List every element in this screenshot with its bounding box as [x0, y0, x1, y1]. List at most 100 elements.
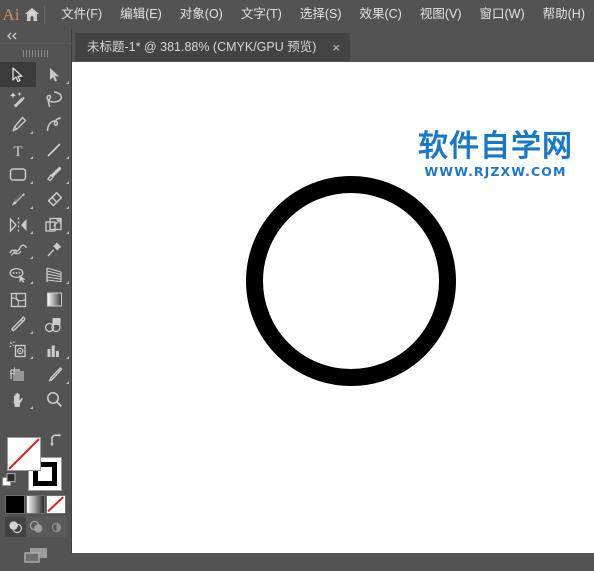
- eraser-tool[interactable]: [36, 187, 72, 212]
- paintbrush-tool[interactable]: [36, 162, 72, 187]
- eyedropper-tool[interactable]: [0, 312, 36, 337]
- draw-normal-icon: [9, 521, 22, 534]
- pen-tool[interactable]: [0, 112, 36, 137]
- paintbrush-icon: [46, 166, 61, 182]
- menu-file[interactable]: 文件(F): [52, 3, 111, 26]
- width-tool-icon: [8, 244, 27, 256]
- perspective-grid-tool[interactable]: [36, 262, 72, 287]
- circle-artwork[interactable]: [245, 175, 457, 392]
- tool-flyout-indicator: [30, 281, 33, 284]
- menu-view[interactable]: 视图(V): [411, 3, 471, 26]
- curvature-tool[interactable]: [36, 112, 72, 137]
- color-mode-color[interactable]: [5, 495, 25, 514]
- menu-help[interactable]: 帮助(H): [534, 3, 594, 26]
- column-graph-tool[interactable]: [36, 337, 72, 362]
- shaper-pencil-tool[interactable]: [0, 187, 36, 212]
- tool-flyout-indicator: [30, 131, 33, 134]
- menubar-divider: [43, 5, 45, 24]
- tool-flyout-indicator: [66, 381, 69, 384]
- menu-object[interactable]: 对象(O): [171, 3, 232, 26]
- tool-flyout-indicator: [66, 156, 69, 159]
- bar-graph-icon: [47, 345, 59, 357]
- tool-row: [0, 237, 72, 262]
- type-tool[interactable]: T: [0, 137, 36, 162]
- blend-tool[interactable]: [36, 312, 72, 337]
- draw-normal[interactable]: [5, 517, 26, 537]
- menu-select[interactable]: 选择(S): [291, 3, 351, 26]
- grip-dots-icon: [23, 49, 49, 57]
- tool-row: [0, 337, 72, 362]
- draw-inside[interactable]: [46, 517, 68, 537]
- tool-row: [0, 362, 72, 387]
- tool-flyout-indicator: [30, 206, 33, 209]
- document-tab[interactable]: 未标题-1* @ 381.88% (CMYK/GPU 预览) ×: [75, 33, 351, 61]
- draw-behind[interactable]: [25, 517, 47, 537]
- app-logo-ai: Ai: [2, 4, 20, 24]
- magic-wand-tool[interactable]: [0, 87, 36, 112]
- mesh-tool[interactable]: [0, 287, 36, 312]
- zoom-tool[interactable]: [36, 387, 72, 412]
- selection-tool[interactable]: [0, 62, 36, 87]
- hand-tool[interactable]: [0, 387, 36, 412]
- menu-items: 文件(F) 编辑(E) 对象(O) 文字(T) 选择(S) 效果(C) 视图(V…: [52, 3, 594, 26]
- none-slash-icon: [47, 496, 65, 513]
- curvature-icon: [46, 117, 62, 132]
- menu-bar: Ai 文件(F) 编辑(E) 对象(O) 文字(T) 选择(S) 效果(C) 视…: [0, 0, 594, 29]
- scale-icon: [45, 217, 62, 232]
- rounded-rect-icon: [9, 168, 27, 181]
- close-icon[interactable]: ×: [328, 41, 344, 54]
- tool-grid: T: [0, 62, 72, 412]
- artboard-icon: [10, 367, 24, 381]
- tool-row: [0, 187, 72, 212]
- watermark-cn-text: 软件自学网: [418, 129, 573, 164]
- artboard-canvas[interactable]: 软件自学网 WWW.RJZXW.COM: [72, 62, 594, 553]
- free-transform-tool[interactable]: [36, 237, 72, 262]
- menu-effect[interactable]: 效果(C): [350, 3, 410, 26]
- tool-flyout-indicator: [30, 231, 33, 234]
- eyedropper-icon: [10, 316, 25, 332]
- home-icon[interactable]: [22, 0, 41, 29]
- hand-icon: [13, 392, 23, 407]
- magic-wand-icon: [9, 92, 25, 108]
- pen-nib-icon: [12, 116, 26, 132]
- color-mode-none[interactable]: [46, 495, 67, 514]
- tool-row: [0, 112, 72, 137]
- draw-mode-buttons: [5, 517, 68, 537]
- svg-text:T: T: [13, 144, 22, 158]
- direct-selection-tool[interactable]: [36, 62, 72, 87]
- rectangle-tool[interactable]: [0, 162, 36, 187]
- menu-type[interactable]: 文字(T): [232, 3, 291, 26]
- lasso-icon: [46, 91, 63, 108]
- artboard-tool[interactable]: [0, 362, 36, 387]
- default-fill-stroke-icon[interactable]: [2, 473, 18, 489]
- rotate-reflect-tool[interactable]: [0, 212, 36, 237]
- swap-fill-stroke-icon[interactable]: [48, 433, 64, 449]
- reflect-icon: [9, 216, 26, 233]
- scale-tool[interactable]: [36, 212, 72, 237]
- panel-drag-handle[interactable]: [0, 43, 72, 62]
- tool-flyout-indicator: [66, 281, 69, 284]
- tool-row: [0, 62, 72, 87]
- shape-builder-tool[interactable]: [0, 262, 36, 287]
- tool-flyout-indicator: [66, 81, 69, 84]
- line-segment-tool[interactable]: [36, 137, 72, 162]
- color-mode-gradient[interactable]: [25, 495, 46, 514]
- line-segment-icon: [47, 142, 61, 157]
- illustrator-window: Ai 文件(F) 编辑(E) 对象(O) 文字(T) 选择(S) 效果(C) 视…: [0, 0, 594, 563]
- collapse-panel-button[interactable]: [0, 29, 72, 43]
- width-warp-tool[interactable]: [0, 237, 36, 262]
- tool-flyout-indicator: [66, 231, 69, 234]
- slice-knife-icon: [48, 367, 62, 382]
- lasso-tool[interactable]: [36, 87, 72, 112]
- menu-window[interactable]: 窗口(W): [471, 3, 534, 26]
- fill-swatch[interactable]: [7, 437, 41, 471]
- edit-toolbar-button[interactable]: [0, 541, 72, 571]
- gradient-tool[interactable]: [36, 287, 72, 312]
- tool-row: [0, 212, 72, 237]
- slice-tool[interactable]: [36, 362, 72, 387]
- tool-row: [0, 87, 72, 112]
- symbol-sprayer-tool[interactable]: [0, 337, 36, 362]
- magnifier-icon: [46, 392, 62, 408]
- menu-edit[interactable]: 编辑(E): [111, 3, 171, 26]
- tool-flyout-indicator: [30, 181, 33, 184]
